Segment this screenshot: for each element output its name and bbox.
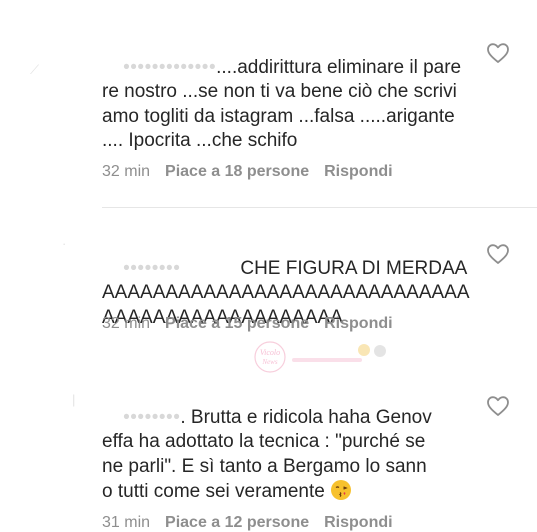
like-heart-icon[interactable] — [486, 42, 510, 64]
comment-username-blurred[interactable]: ••••••••••••• — [123, 57, 216, 78]
reply-button[interactable]: Rispondi — [324, 163, 392, 181]
watermark-logo: Vicolo News — [252, 338, 402, 376]
kissing-face-emoji — [330, 479, 352, 501]
likes-count-link[interactable]: Piace a 18 persone — [165, 163, 309, 181]
comment-username-blurred[interactable]: •••••••• — [123, 258, 180, 279]
svg-text:News: News — [261, 358, 277, 366]
like-heart-icon[interactable] — [486, 243, 510, 265]
left-edge-mark: | — [72, 392, 76, 407]
left-edge-mark: · — [62, 236, 67, 251]
likes-count-link[interactable]: Piace a 12 persone — [165, 514, 309, 532]
reply-button[interactable]: Rispondi — [324, 315, 392, 333]
comment-meta: 32 min Piace a 15 persone Rispondi — [102, 315, 393, 333]
reply-button[interactable]: Rispondi — [324, 514, 392, 532]
comment-text: •••••••• CHE FIGURA DI MERDAAAAAAAAAAAAAA… — [102, 232, 474, 355]
likes-count-link[interactable]: Piace a 15 persone — [165, 315, 309, 333]
svg-text:Vicolo: Vicolo — [260, 348, 280, 357]
comment-divider — [102, 207, 537, 208]
comment-meta: 32 min Piace a 18 persone Rispondi — [102, 163, 393, 181]
comment-time: 32 min — [102, 163, 151, 180]
comment-username-blurred[interactable]: •••••••• — [123, 407, 180, 428]
comment-meta: 31 min Piace a 12 persone Rispondi — [102, 514, 393, 532]
left-edge-mark: ⟋ — [30, 62, 40, 77]
like-heart-icon[interactable] — [486, 395, 510, 417]
comment-text: ••••••••. Brutta e ridicola haha Genovef… — [102, 381, 432, 529]
comment-time: 32 min — [102, 315, 151, 332]
comment-text: •••••••••••••....addirittura eliminare i… — [102, 31, 462, 178]
comment-time: 31 min — [102, 514, 151, 531]
